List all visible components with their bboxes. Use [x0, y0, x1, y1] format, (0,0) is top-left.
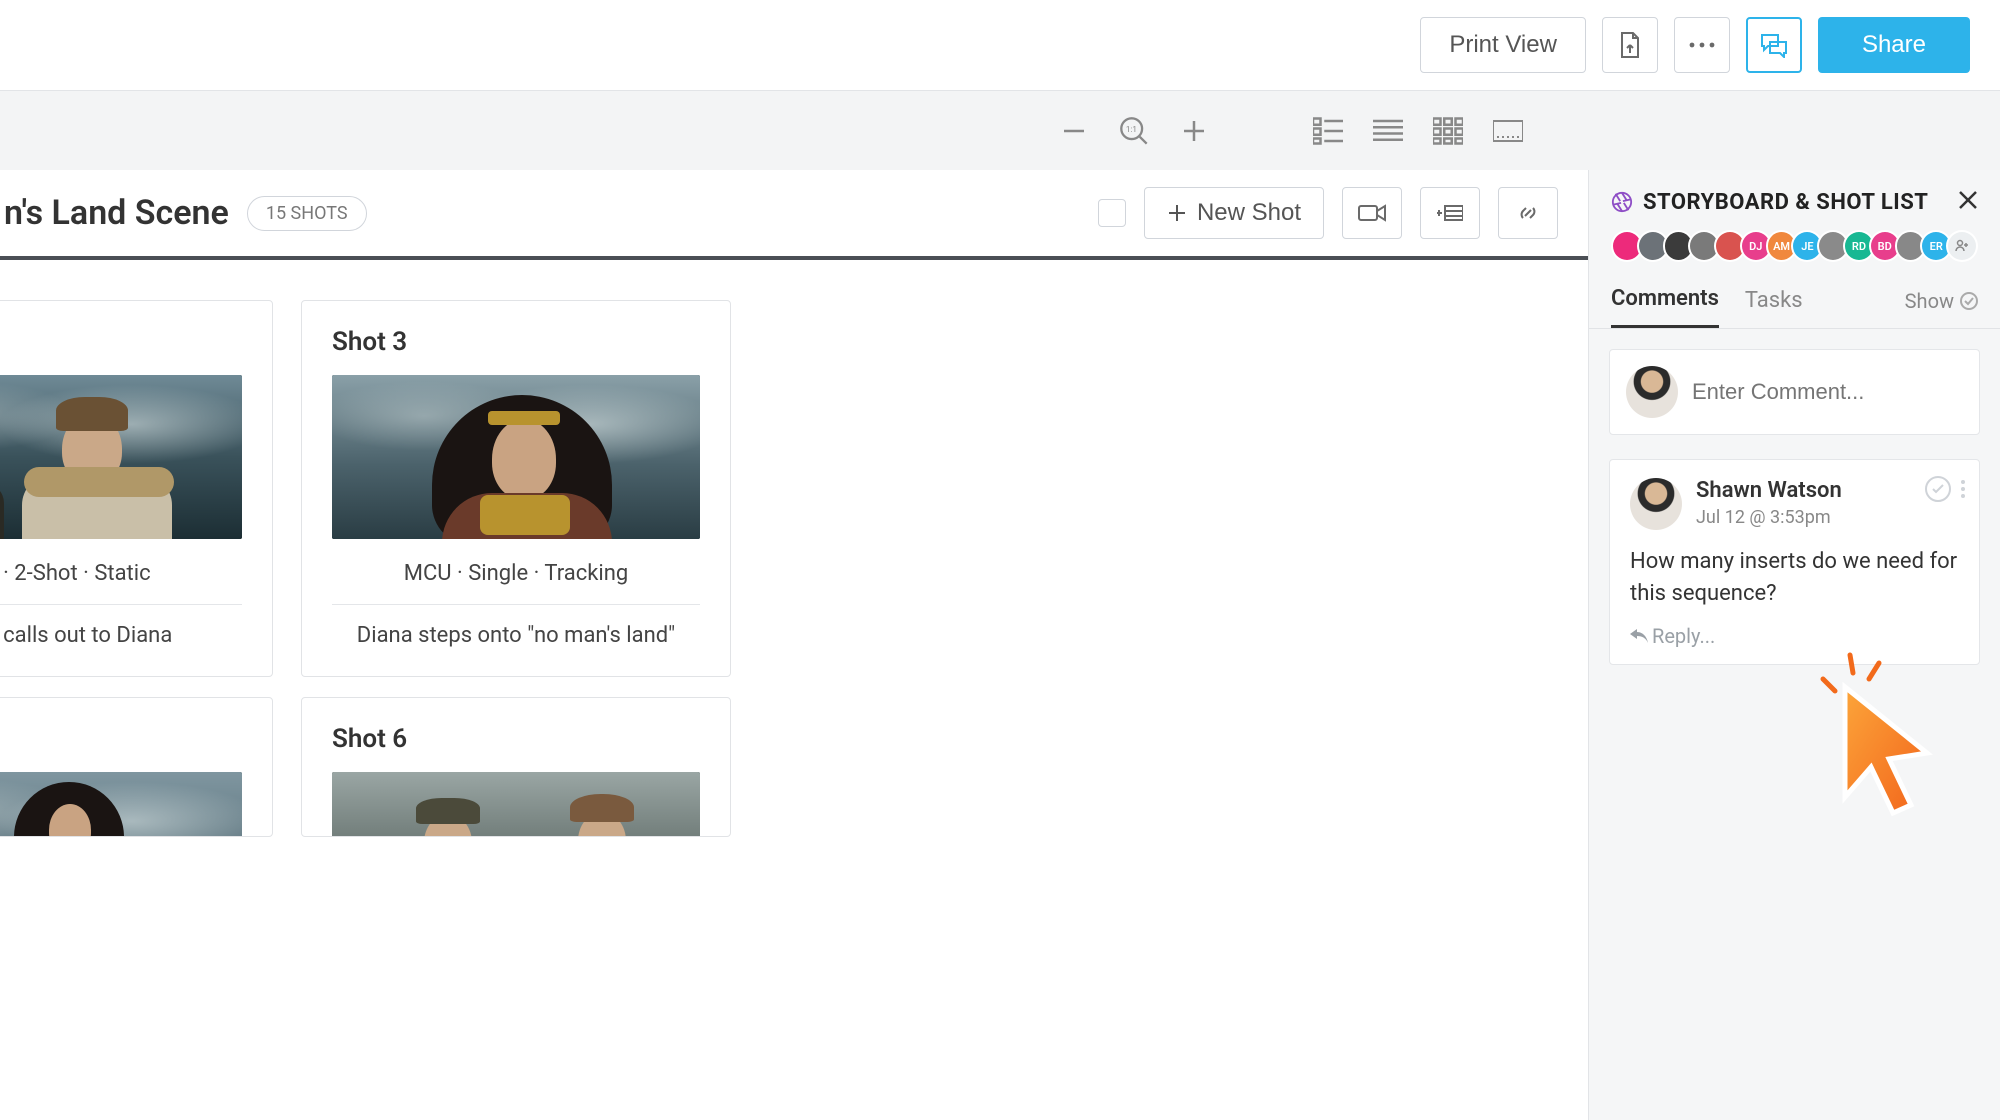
- side-panel-title: STORYBOARD & SHOT LIST: [1643, 190, 1928, 215]
- more-button[interactable]: [1674, 17, 1730, 73]
- zoom-out-icon[interactable]: [1056, 113, 1092, 149]
- shot-card[interactable]: Shot 6: [301, 697, 731, 837]
- shot-label: Shot 6: [332, 724, 700, 754]
- close-panel-button[interactable]: [1958, 188, 1978, 216]
- shot-meta: MCU · Single · Tracking: [332, 561, 700, 586]
- close-icon: [1958, 190, 1978, 210]
- scene-title: n's Land Scene: [0, 193, 229, 233]
- print-view-button[interactable]: Print View: [1420, 17, 1586, 73]
- comment-timestamp: Jul 12 @ 3:53pm: [1696, 507, 1842, 528]
- comment-card: Shawn Watson Jul 12 @ 3:53pm How many in…: [1609, 459, 1980, 665]
- reply-button[interactable]: Reply...: [1630, 624, 1959, 648]
- chat-icon: [1759, 32, 1789, 58]
- shot-meta: MS · 2-Shot · Static: [0, 561, 242, 586]
- more-horizontal-icon: [1689, 42, 1715, 48]
- plus-icon: [1167, 203, 1187, 223]
- shot-card[interactable]: Shot 3 MCU · Single · Tracking Diana ste…: [301, 300, 731, 677]
- comment-more-button[interactable]: [1961, 480, 1965, 498]
- shot-card[interactable]: Shot 2 MS · 2-Shot · Static Steve calls …: [0, 300, 273, 677]
- aperture-icon: [1611, 191, 1633, 213]
- reply-label: Reply...: [1652, 624, 1715, 648]
- add-column-icon: [1437, 204, 1463, 222]
- shot-count-chip: 15 SHOTS: [247, 196, 367, 231]
- shot-description: Steve calls out to Diana: [0, 623, 242, 648]
- camera-button[interactable]: [1342, 187, 1402, 239]
- shot-label: Shot 5: [0, 724, 242, 754]
- list-view-icon[interactable]: [1310, 113, 1346, 149]
- resolve-button[interactable]: [1925, 476, 1951, 502]
- document-upload-icon: [1618, 31, 1642, 59]
- check-circle-icon: [1960, 292, 1978, 310]
- shot-label: Shot 2: [0, 327, 242, 357]
- comments-toggle-button[interactable]: [1746, 17, 1802, 73]
- comment-input-box[interactable]: [1609, 349, 1980, 435]
- add-column-button[interactable]: [1420, 187, 1480, 239]
- top-toolbar: Print View Share: [0, 0, 2000, 90]
- export-button[interactable]: [1602, 17, 1658, 73]
- comment-author-avatar: [1630, 478, 1682, 530]
- video-camera-icon: [1358, 203, 1386, 223]
- comment-body: How many inserts do we need for this seq…: [1630, 546, 1959, 610]
- shot-thumbnail: [0, 772, 242, 837]
- zoom-in-icon[interactable]: [1176, 113, 1212, 149]
- shot-card[interactable]: Shot 5: [0, 697, 273, 837]
- side-panel: STORYBOARD & SHOT LIST DJAMJERDBDER Comm…: [1588, 170, 2000, 1120]
- shot-description: Diana steps onto "no man's land": [332, 623, 700, 648]
- current-user-avatar: [1626, 366, 1678, 418]
- shot-thumbnail: [332, 772, 700, 837]
- shot-thumbnail: [332, 375, 700, 539]
- reply-icon: [1630, 629, 1648, 643]
- collaborator-avatar[interactable]: [1946, 230, 1978, 262]
- shot-thumbnail: [0, 375, 242, 539]
- tab-tasks[interactable]: Tasks: [1745, 276, 1803, 327]
- show-label: Show: [1905, 289, 1954, 313]
- cursor-overlay-icon: [1815, 649, 1935, 823]
- grid-view-icon[interactable]: [1430, 113, 1466, 149]
- zoom-reset-icon[interactable]: 1:1: [1116, 113, 1152, 149]
- check-icon: [1932, 484, 1944, 494]
- tab-comments[interactable]: Comments: [1611, 274, 1719, 328]
- comment-input[interactable]: [1692, 379, 1980, 405]
- view-toolbar: 1:1: [0, 90, 2000, 170]
- share-button[interactable]: Share: [1818, 17, 1970, 73]
- new-shot-button[interactable]: New Shot: [1144, 187, 1324, 239]
- link-button[interactable]: [1498, 187, 1558, 239]
- select-all-checkbox[interactable]: [1098, 199, 1126, 227]
- main-canvas: n's Land Scene 15 SHOTS New Shot: [0, 170, 1588, 1120]
- collaborator-avatars: DJAMJERDBDER: [1611, 230, 1978, 262]
- rows-view-icon[interactable]: [1370, 113, 1406, 149]
- comment-author: Shawn Watson: [1696, 478, 1842, 503]
- show-filter[interactable]: Show: [1905, 289, 1978, 313]
- svg-text:1:1: 1:1: [1126, 125, 1137, 134]
- widescreen-view-icon[interactable]: [1490, 113, 1526, 149]
- new-shot-label: New Shot: [1197, 199, 1301, 227]
- scene-header: n's Land Scene 15 SHOTS New Shot: [0, 170, 1588, 260]
- shot-label: Shot 3: [332, 327, 700, 357]
- link-icon: [1515, 200, 1541, 226]
